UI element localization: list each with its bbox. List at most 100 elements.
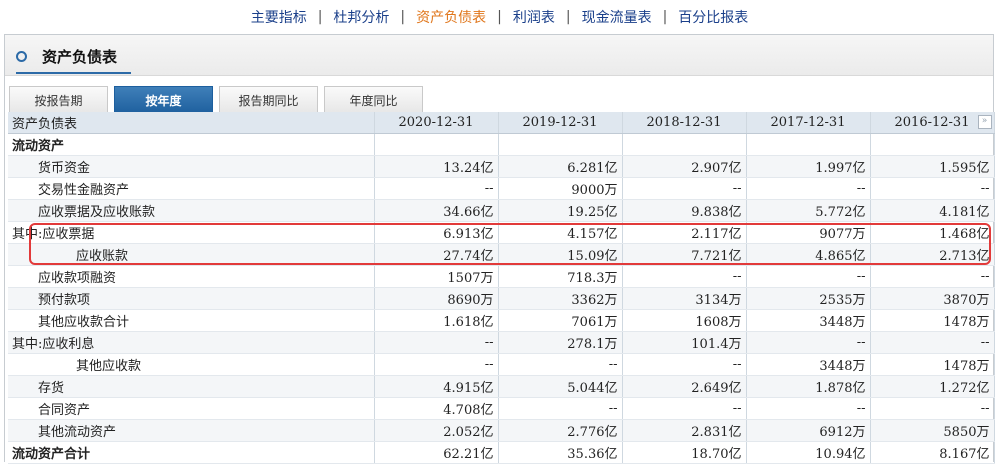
row-label: 其他应收款 xyxy=(8,353,375,376)
tab-1[interactable]: 按报告期 xyxy=(9,86,108,114)
double-chevron-right-icon[interactable]: » xyxy=(977,115,992,129)
table-row: 存货 4.915亿 5.044亿 2.649亿 1.878亿 1.272亿 xyxy=(8,375,995,398)
column-header-date[interactable]: 2017-12-31 xyxy=(746,112,871,134)
table-row: 其他应收款合计 1.618亿 7061万 1608万 3448万 1478万 xyxy=(8,309,995,332)
column-header-label: 2020-12-31 xyxy=(398,115,474,130)
nav-link-1[interactable]: 主要指标 xyxy=(241,7,317,27)
cell-value: 3134万 xyxy=(622,287,747,310)
tab-2[interactable]: 按年度 xyxy=(114,86,213,114)
cell-value: 34.66亿 xyxy=(374,199,499,222)
cell-value: 1507万 xyxy=(374,265,499,288)
cell-value: -- xyxy=(622,265,747,288)
tab-4[interactable]: 年度同比 xyxy=(324,86,423,114)
nav-link-6[interactable]: 百分比报表 xyxy=(668,7,758,27)
cell-value: 10.94亿 xyxy=(746,441,871,464)
cell-value: 101.4万 xyxy=(622,331,747,354)
cell-value: 9000万 xyxy=(498,177,623,200)
cell-value: 1.272亿 xyxy=(870,375,995,398)
table-row: 流动资产 xyxy=(8,133,995,156)
row-label: 存货 xyxy=(8,375,375,398)
cell-value: -- xyxy=(746,397,871,420)
table-row: 应收款项融资 1507万 718.3万 -- -- -- xyxy=(8,265,995,288)
nav-link-2[interactable]: 杜邦分析 xyxy=(323,7,399,27)
section-title: 资产负债表 xyxy=(16,41,132,74)
column-header-date[interactable]: 2018-12-31 xyxy=(622,112,747,134)
cell-value: 4.708亿 xyxy=(374,397,499,420)
cell-value: 8690万 xyxy=(374,287,499,310)
cell-value: 19.25亿 xyxy=(498,199,623,222)
cell-value: -- xyxy=(374,177,499,200)
nav-separator: | xyxy=(400,9,406,25)
tab-3[interactable]: 报告期同比 xyxy=(219,86,318,114)
nav-link-4[interactable]: 利润表 xyxy=(503,7,565,27)
period-tabs: 按报告期 按年度 报告期同比 年度同比 xyxy=(9,86,423,114)
cell-value: -- xyxy=(870,331,995,354)
column-header-date[interactable]: 2020-12-31 xyxy=(374,112,499,134)
cell-value: 2.117亿 xyxy=(622,221,747,244)
cell-value: 1608万 xyxy=(622,309,747,332)
cell-value: 1.878亿 xyxy=(746,375,871,398)
cell-value: 1.997亿 xyxy=(746,155,871,178)
cell-value: 2535万 xyxy=(746,287,871,310)
row-label: 流动资产合计 xyxy=(8,441,375,464)
row-label: 应收款项融资 xyxy=(8,265,375,288)
column-header-date[interactable]: 2019-12-31 xyxy=(498,112,623,134)
cell-value: 9077万 xyxy=(746,221,871,244)
cell-value: -- xyxy=(746,331,871,354)
column-header-date[interactable]: 2016-12-31 » xyxy=(870,112,995,134)
cell-value: -- xyxy=(746,265,871,288)
cell-value: -- xyxy=(870,177,995,200)
cell-value: 4.181亿 xyxy=(870,199,995,222)
nav-separator: | xyxy=(497,9,502,25)
row-label: 流动资产 xyxy=(8,133,375,156)
table-row: 流动资产合计 62.21亿 35.36亿 18.70亿 10.94亿 8.167亿 xyxy=(8,441,995,464)
cell-value xyxy=(622,133,747,156)
cell-value: 6.281亿 xyxy=(498,155,623,178)
column-header-label: 2017-12-31 xyxy=(770,115,846,130)
cell-value: -- xyxy=(622,397,747,420)
cell-value: -- xyxy=(622,177,747,200)
cell-value: -- xyxy=(870,397,995,420)
top-navigation: 主要指标 | 杜邦分析 | 资产负债表 | 利润表 | 现金流量表 | 百分比报表 xyxy=(0,0,999,34)
table-row: 交易性金融资产 -- 9000万 -- -- -- xyxy=(8,177,995,200)
cell-value: 3448万 xyxy=(746,353,871,376)
panel-header: 资产负债表 xyxy=(5,35,993,76)
cell-value: -- xyxy=(374,331,499,354)
cell-value: 3448万 xyxy=(746,309,871,332)
section-title-text: 资产负债表 xyxy=(42,48,118,66)
nav-separator: | xyxy=(565,9,571,25)
cell-value: 7061万 xyxy=(498,309,623,332)
row-label: 其中:应收票据 xyxy=(8,221,375,244)
nav-separator: | xyxy=(662,9,668,25)
row-label: 应收账款 xyxy=(8,243,375,266)
cell-value: 2.713亿 xyxy=(870,243,995,266)
cell-value: 5.044亿 xyxy=(498,375,623,398)
cell-value: -- xyxy=(374,353,499,376)
cell-value: 5850万 xyxy=(870,419,995,442)
table-row: 其中:应收利息 -- 278.1万 101.4万 -- -- xyxy=(8,331,995,354)
column-header-label: 2018-12-31 xyxy=(646,115,722,130)
nav-link-3[interactable]: 资产负债表 xyxy=(406,7,496,27)
circle-icon xyxy=(16,51,27,62)
table-body: 流动资产 货币资金 13.24亿 6.281亿 2.907亿 1.997亿 1.595亿 交易… xyxy=(8,133,995,464)
cell-value: 2.907亿 xyxy=(622,155,747,178)
cell-value: -- xyxy=(622,353,747,376)
cell-value: -- xyxy=(498,353,623,376)
balance-sheet-table: 资产负债表 2020-12-31 2019-12-31 2018-12-31 2017… xyxy=(8,112,995,464)
cell-value: -- xyxy=(746,177,871,200)
cell-value xyxy=(498,133,623,156)
cell-value: 6912万 xyxy=(746,419,871,442)
cell-value: 8.167亿 xyxy=(870,441,995,464)
table-row: 应收票据及应收账款 34.66亿 19.25亿 9.838亿 5.772亿 4.181亿 xyxy=(8,199,995,222)
table-header-row: 资产负债表 2020-12-31 2019-12-31 2018-12-31 2017… xyxy=(8,112,995,134)
cell-value: 1.468亿 xyxy=(870,221,995,244)
cell-value: 27.74亿 xyxy=(374,243,499,266)
cell-value: 7.721亿 xyxy=(622,243,747,266)
row-label: 其他流动资产 xyxy=(8,419,375,442)
nav-link-5[interactable]: 现金流量表 xyxy=(572,7,662,27)
cell-value xyxy=(374,133,499,156)
nav-separator: | xyxy=(317,9,323,25)
cell-value: 4.915亿 xyxy=(374,375,499,398)
cell-value: 13.24亿 xyxy=(374,155,499,178)
table-row: 其中:应收票据 6.913亿 4.157亿 2.117亿 9077万 1.468亿 xyxy=(8,221,995,244)
